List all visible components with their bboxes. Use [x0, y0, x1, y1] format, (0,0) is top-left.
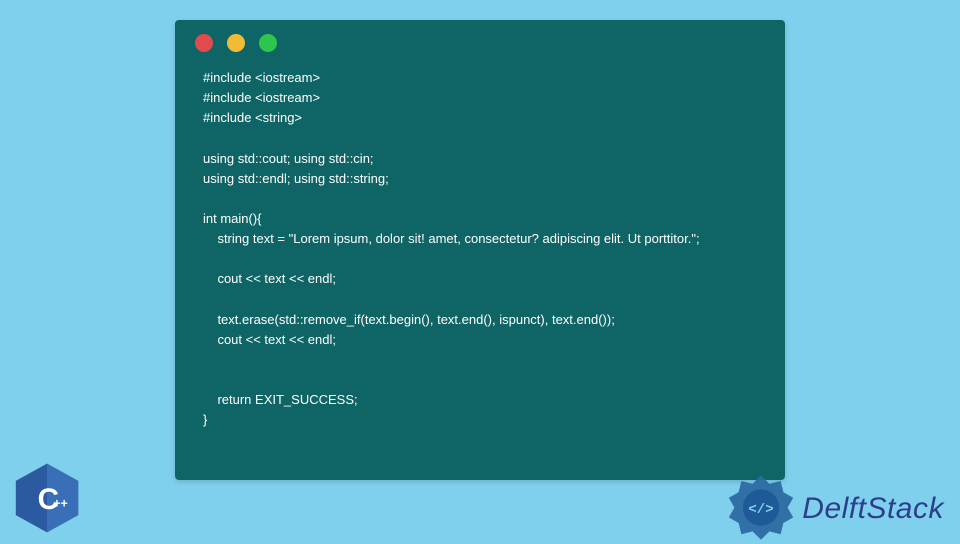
- delftstack-label: DelftStack: [802, 492, 944, 526]
- code-window: #include <iostream> #include <iostream> …: [175, 20, 785, 480]
- svg-text:++: ++: [53, 496, 68, 510]
- minimize-dot-icon: [227, 34, 245, 52]
- delftstack-brand: </> DelftStack: [726, 474, 944, 544]
- svg-text:</>: </>: [749, 502, 774, 518]
- cpp-logo-icon: C ++: [8, 458, 86, 538]
- code-block: #include <iostream> #include <iostream> …: [193, 68, 767, 431]
- window-controls: [195, 34, 767, 52]
- maximize-dot-icon: [259, 34, 277, 52]
- delftstack-logo-icon: </>: [726, 474, 796, 544]
- close-dot-icon: [195, 34, 213, 52]
